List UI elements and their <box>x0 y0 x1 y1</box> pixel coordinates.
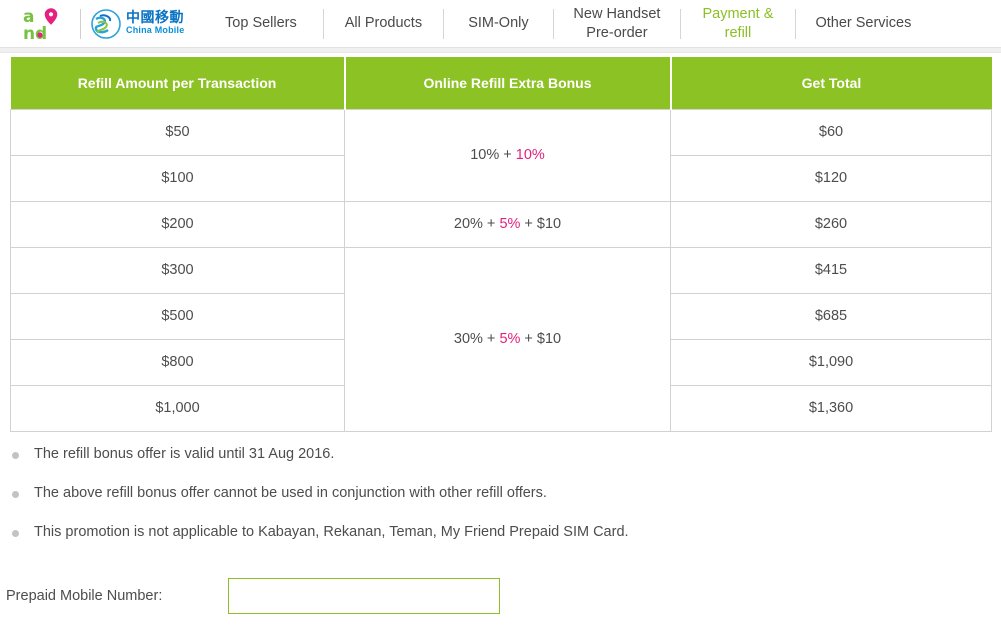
column-header-online-refill-extra-bonus: Online Refill Extra Bonus <box>344 57 672 109</box>
list-item: The above refill bonus offer cannot be u… <box>12 485 1001 502</box>
china-mobile-wordmark: 中國移動 China Mobile <box>126 11 184 35</box>
nav-item-other-services[interactable]: Other Services <box>795 14 931 32</box>
cell-get-total: $1,360 <box>670 384 992 432</box>
cell-refill-amount: $500 <box>10 292 345 340</box>
logo-divider <box>80 8 81 39</box>
bonus-plus: + <box>499 147 516 163</box>
cell-refill-amount: $100 <box>10 154 345 202</box>
column-header-refill-amount: Refill Amount per Transaction <box>10 57 346 109</box>
table-row: $300 30% + 5% + $10 $415 <box>10 246 992 432</box>
bonus-extra: 5% <box>499 331 521 347</box>
nav-item-all-products[interactable]: All Products <box>323 14 443 32</box>
cell-refill-amount: $200 <box>10 200 345 248</box>
refill-table-head: Refill Amount per Transaction Online Ref… <box>10 57 992 109</box>
cell-get-total: $60 <box>670 108 992 156</box>
bonus-base: 30% <box>453 331 483 347</box>
cell-refill-amount: $50 <box>10 108 345 156</box>
bonus-plus: + <box>482 216 500 232</box>
nav-bottom-divider <box>0 47 1001 53</box>
list-item: The refill bonus offer is valid until 31… <box>12 446 1001 463</box>
column-header-get-total: Get Total <box>670 57 992 109</box>
and-logo-icon[interactable]: a n d <box>22 5 70 44</box>
refill-bonus-table: Refill Amount per Transaction Online Ref… <box>10 57 992 432</box>
nav-item-sim-only[interactable]: SIM-Only <box>443 14 553 32</box>
terms-and-conditions-list: The refill bonus offer is valid until 31… <box>0 446 1001 542</box>
table-row: $50 10% + 10% $60 <box>10 108 992 202</box>
bonus-extra: 5% <box>499 216 521 232</box>
cell-bonus: 10% + 10% <box>344 108 671 202</box>
cell-bonus: 30% + 5% + $10 <box>344 246 671 432</box>
cell-refill-amount: $800 <box>10 338 345 386</box>
bonus-plus: + <box>482 331 500 347</box>
brand-logos: a n d 中國移動 China Mobile <box>0 0 184 47</box>
cell-refill-amount: $1,000 <box>10 384 345 432</box>
prepaid-mobile-number-input[interactable] <box>228 577 500 614</box>
cell-refill-amount: $300 <box>10 246 345 294</box>
china-mobile-swirl-icon <box>91 8 121 39</box>
prepaid-mobile-number-row: Prepaid Mobile Number: <box>0 577 1001 614</box>
top-navigation-bar: a n d 中國移動 China Mobile <box>0 0 1001 47</box>
cell-get-total: $415 <box>670 246 992 294</box>
nav-item-new-handset-pre-order[interactable]: New Handset Pre-order <box>553 5 680 41</box>
bonus-tail: + $10 <box>520 216 562 232</box>
refill-table-container: Refill Amount per Transaction Online Ref… <box>0 57 1001 432</box>
bonus-extra: 10% <box>515 147 545 163</box>
cell-get-total: $685 <box>670 292 992 340</box>
main-menu: Top Sellers All Products SIM-Only New Ha… <box>198 0 931 47</box>
bonus-base: 10% <box>470 147 500 163</box>
china-mobile-chinese-name: 中國移動 <box>126 10 184 27</box>
bonus-tail: + $10 <box>520 331 562 347</box>
svg-text:n: n <box>23 24 35 43</box>
prepaid-mobile-number-label: Prepaid Mobile Number: <box>6 587 163 604</box>
list-item: This promotion is not applicable to Kaba… <box>12 524 1001 541</box>
nav-item-payment-refill[interactable]: Payment & refill <box>680 5 795 41</box>
nav-item-top-sellers[interactable]: Top Sellers <box>198 14 323 32</box>
china-mobile-logo[interactable]: 中國移動 China Mobile <box>91 5 184 43</box>
china-mobile-english-name: China Mobile <box>126 25 185 36</box>
refill-table-body: $50 10% + 10% $60 $100 $120 $200 20% + 5… <box>10 108 992 432</box>
cell-get-total: $260 <box>670 200 992 248</box>
bonus-base: 20% <box>453 216 483 232</box>
cell-get-total: $120 <box>670 154 992 202</box>
table-row: $200 20% + 5% + $10 $260 <box>10 200 992 248</box>
table-header-row: Refill Amount per Transaction Online Ref… <box>10 57 992 109</box>
cell-get-total: $1,090 <box>670 338 992 386</box>
cell-bonus: 20% + 5% + $10 <box>344 200 671 248</box>
